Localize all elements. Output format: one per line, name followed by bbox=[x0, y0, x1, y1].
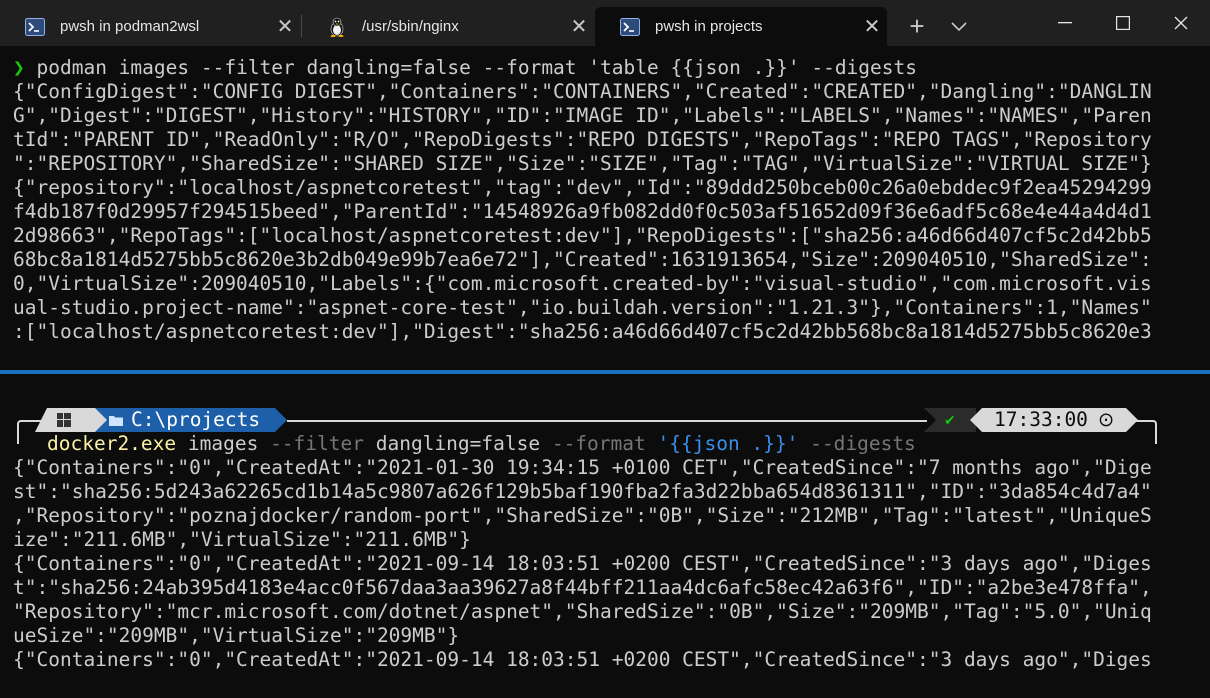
command-sub: images bbox=[176, 432, 271, 455]
output-line: "Repository":"mcr.microsoft.com/dotnet/a… bbox=[13, 600, 1152, 623]
prompt-chevron: ❯ bbox=[13, 56, 25, 79]
windows-icon bbox=[57, 413, 71, 427]
chevron-down-icon bbox=[951, 21, 967, 31]
command-line: docker2.exe images --filter dangling=fal… bbox=[47, 432, 916, 456]
command-space bbox=[646, 432, 658, 455]
command-value: '{{json .}}' bbox=[657, 432, 799, 455]
output-line: 68bc8a1814d5275bb5c8620e3b2db049e99b7ea6… bbox=[13, 248, 1152, 271]
command-line: ❯ podman images --filter dangling=false … bbox=[13, 56, 917, 80]
output-line: {"Containers":"0","CreatedAt":"2021-09-1… bbox=[13, 648, 1152, 671]
prompt-time: 17:33:00 bbox=[994, 408, 1088, 431]
powershell-icon bbox=[619, 16, 641, 38]
output-line: f4db187f0d29957f294515beed","ParentId":"… bbox=[13, 200, 1152, 223]
folder-icon bbox=[109, 416, 123, 426]
command-flag: --format bbox=[551, 432, 646, 455]
tab-dropdown-button[interactable] bbox=[940, 7, 978, 46]
command-text: podman images --filter dangling=false --… bbox=[36, 56, 918, 79]
output-line: 2d98663","RepoTags":["localhost/aspnetco… bbox=[13, 224, 1152, 247]
output-line: ual-studio.project-name":"aspnet-core-te… bbox=[13, 296, 1152, 319]
output-line: st":"sha256:5d243a62265cd1b14a5c9807a626… bbox=[13, 480, 1152, 503]
command-space bbox=[798, 432, 810, 455]
terminal-pane-top[interactable]: ❯ podman images --filter dangling=false … bbox=[0, 46, 1210, 370]
output-line: {"ConfigDigest":"CONFIG DIGEST","Contain… bbox=[13, 80, 1152, 103]
command-flag: --filter bbox=[270, 432, 364, 455]
terminal-output-bottom: docker2.exe images --filter dangling=fal… bbox=[0, 432, 1210, 698]
linux-penguin-icon bbox=[326, 16, 348, 38]
maximize-button[interactable] bbox=[1094, 0, 1152, 46]
output-line: :["localhost/aspnetcoretest:dev"],"Diges… bbox=[13, 320, 1152, 343]
output-line: ize":"211.6MB","VirtualSize":"211.6MB"} bbox=[13, 528, 471, 551]
powershell-icon bbox=[24, 16, 46, 38]
close-tab-icon[interactable]: ✕ bbox=[270, 14, 300, 39]
output-line: {"Containers":"0","CreatedAt":"2021-09-1… bbox=[13, 552, 1152, 575]
output-line: ,"Repository":"poznajdocker/random-port"… bbox=[13, 504, 1152, 527]
prompt-time-segment: 17:33:00 ⊙ bbox=[970, 408, 1138, 432]
new-tab-button[interactable]: + bbox=[898, 7, 936, 46]
minimize-button[interactable] bbox=[1036, 0, 1094, 46]
prompt-frame-line bbox=[287, 420, 927, 422]
minimize-icon bbox=[1058, 22, 1072, 24]
check-icon: ✔ bbox=[944, 413, 956, 429]
clock-icon: ⊙ bbox=[1098, 408, 1115, 431]
close-tab-icon[interactable]: ✕ bbox=[857, 14, 887, 39]
command-exe: docker2.exe bbox=[47, 432, 177, 455]
output-line: {"Containers":"0","CreatedAt":"2021-01-3… bbox=[13, 456, 1152, 479]
tab-label: /usr/sbin/nginx bbox=[362, 18, 459, 35]
prompt-path: C:\projects bbox=[131, 408, 261, 431]
command-flag: --digests bbox=[810, 432, 916, 455]
tab-pwsh-podman2wsl[interactable]: pwsh in podman2wsl ✕ bbox=[0, 7, 300, 46]
title-bar: pwsh in podman2wsl ✕ /usr/sbin/nginx ✕ p… bbox=[0, 0, 1210, 46]
output-line: {"repository":"localhost/aspnetcoretest"… bbox=[13, 176, 1152, 199]
tab-label: pwsh in podman2wsl bbox=[60, 18, 200, 35]
output-line: t":"sha256:24ab395d4183e4acc0f567daa3aa3… bbox=[13, 576, 1152, 599]
tab-nginx[interactable]: /usr/sbin/nginx ✕ bbox=[302, 7, 594, 46]
output-line: tId":"PARENT ID","ReadOnly":"R/O","RepoD… bbox=[13, 128, 1152, 151]
output-line: ueSize":"209MB","VirtualSize":"209MB"} bbox=[13, 624, 460, 647]
prompt-path-segment: C:\projects bbox=[95, 408, 287, 432]
output-line: 0,"VirtualSize":209040510,"Labels":{"com… bbox=[13, 272, 1152, 295]
tab-pwsh-projects[interactable]: pwsh in projects ✕ bbox=[595, 7, 887, 46]
close-icon bbox=[1174, 16, 1188, 30]
output-line: G","Digest":"DIGEST","History":"HISTORY"… bbox=[13, 104, 1152, 127]
tab-label: pwsh in projects bbox=[655, 18, 763, 35]
command-value: dangling=false bbox=[363, 432, 552, 455]
close-window-button[interactable] bbox=[1152, 0, 1210, 46]
output-line: ":"REPOSITORY","SharedSize":"SHARED SIZE… bbox=[13, 152, 1152, 175]
close-tab-icon[interactable]: ✕ bbox=[564, 14, 594, 39]
maximize-icon bbox=[1116, 16, 1130, 30]
